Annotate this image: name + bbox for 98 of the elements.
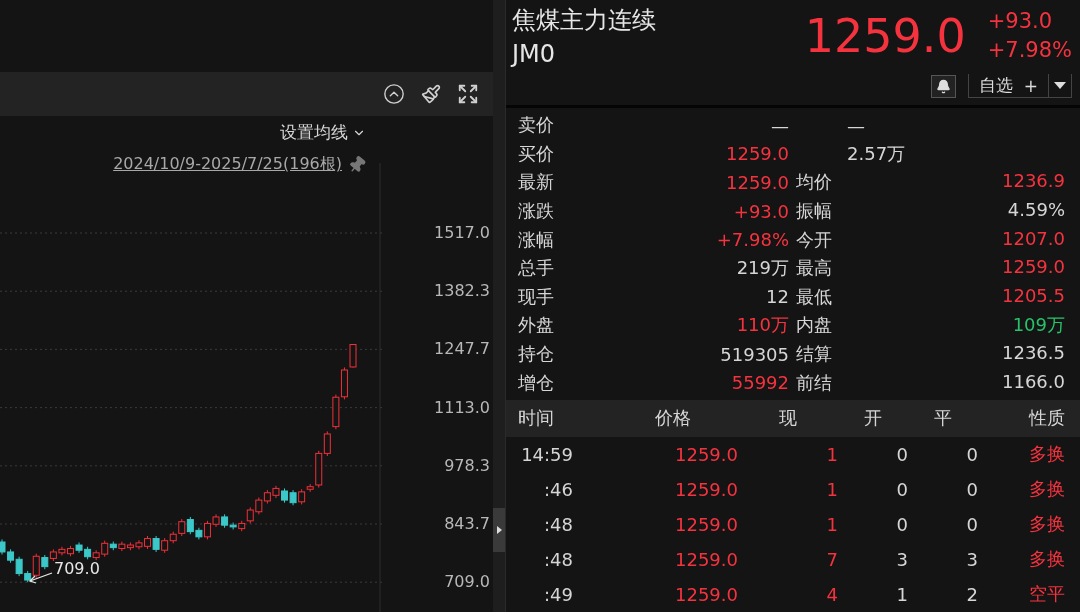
field-value: +7.98% [715, 229, 789, 251]
field-label: 均价 [796, 170, 832, 195]
collapse-icon[interactable] [383, 83, 405, 105]
alert-button[interactable] [931, 74, 956, 98]
axis-label: 1517.0 [434, 224, 490, 242]
field-value: 4.59% [1007, 199, 1065, 223]
field-value: 1259.0 [725, 172, 789, 193]
table-cell-text: 2 [965, 583, 978, 605]
field-label: 内盘 [796, 313, 832, 338]
field-value: 219万 [735, 256, 789, 281]
field-label: 涨幅 [518, 227, 555, 252]
field-value: 55992 [730, 372, 789, 394]
scroll-handle[interactable] [493, 508, 505, 552]
field-label: 总手 [518, 256, 555, 281]
axis-label: 1113.0 [434, 398, 490, 417]
table-cell-text: 多换 [1028, 442, 1065, 467]
axis-label: 978.3 [444, 456, 490, 475]
field-value: 1259.0 [725, 143, 789, 165]
column-header: 开 [863, 406, 883, 431]
table-cell-text: :48 [543, 513, 573, 535]
table-cell-text: 0 [965, 478, 978, 500]
field-value: 1205.5 [1002, 284, 1065, 308]
table-cell-text: 0 [965, 443, 978, 465]
column-header: 价格 [654, 406, 692, 431]
table-cell-text: 4 [825, 583, 838, 605]
field-label: 外盘 [518, 313, 555, 338]
column-header: 现 [778, 406, 798, 431]
table-cell-text: 1 [825, 478, 838, 500]
table-cell-text: :49 [543, 583, 573, 605]
contract-name: 焦煤主力连续 [512, 5, 656, 36]
field-label: 持仓 [518, 342, 555, 367]
price-change: +93.0 [987, 8, 1054, 35]
field-label: 最高 [796, 256, 832, 281]
axis-label: 843.7 [444, 515, 490, 533]
field-value: 1236.9 [1002, 170, 1065, 194]
table-cell-text: 1259.0 [674, 443, 738, 465]
table-cell-text: 1259.0 [674, 478, 738, 500]
field-label: 最低 [796, 284, 832, 309]
table-cell-text: 0 [895, 443, 908, 465]
table-cell-text: 多换 [1028, 512, 1065, 537]
table-cell-text: 多换 [1028, 547, 1065, 572]
column-header: 平 [933, 406, 953, 431]
table-cell-text: 0 [965, 513, 978, 535]
axis-label: 709.0 [444, 573, 490, 592]
column-header: 性质 [1027, 406, 1065, 431]
field-label: 今开 [796, 227, 832, 252]
field-label: 结算 [796, 342, 832, 367]
table-cell-text: 1259.0 [674, 548, 738, 570]
field-value: — [770, 114, 789, 136]
field-label: 卖价 [518, 113, 555, 138]
field-value: 12 [765, 286, 789, 308]
fullscreen-icon[interactable] [457, 83, 479, 105]
axis-label: 1247.7 [434, 340, 490, 359]
field-label: 前结 [796, 370, 832, 395]
arrow-icon [28, 572, 53, 584]
table-cell-text: 空平 [1028, 582, 1065, 607]
field-value: 1259.0 [1002, 256, 1065, 280]
table-cell-text: 1259.0 [674, 583, 738, 605]
field-value: 110万 [735, 313, 789, 338]
field-value: 1166.0 [1002, 370, 1065, 394]
table-cell-text: 7 [825, 548, 838, 570]
brush-icon[interactable] [421, 84, 441, 104]
last-price: 1259.0 [804, 8, 966, 65]
triangle-icon [496, 526, 502, 534]
bell-icon [936, 78, 951, 94]
change-percent: +7.98% [987, 37, 1072, 64]
field-label: 振幅 [796, 199, 832, 224]
table-cell-text: 1 [895, 583, 908, 605]
date-range-link[interactable]: 2024/10/9-2025/7/25(196根) [113, 154, 342, 175]
field-value: 109万 [1012, 313, 1065, 338]
column-header: 时间 [518, 406, 555, 431]
field-label: 涨跌 [518, 199, 555, 224]
table-cell-text: 14:59 [520, 443, 573, 465]
field-value: 1236.5 [1002, 342, 1065, 366]
field-value: 2.57万 [846, 141, 907, 166]
table-cell-text: 0 [895, 478, 908, 500]
contract-code: JM0 [512, 39, 557, 70]
low-price-label: 709.0 [54, 560, 100, 578]
scrollbar[interactable] [493, 0, 505, 612]
field-value: +93.0 [732, 200, 789, 222]
ma-settings-dropdown[interactable]: 设置均线 [280, 121, 366, 144]
field-label: 现手 [518, 284, 555, 309]
table-cell-text: 3 [895, 548, 908, 570]
table-cell-text: 1259.0 [674, 513, 738, 535]
table-cell-text: :48 [543, 548, 573, 570]
table-cell-text: 1 [825, 513, 838, 535]
field-value: 1207.0 [1002, 227, 1065, 251]
field-value: — [846, 114, 866, 136]
axis-label: 1382.3 [434, 282, 490, 301]
table-cell-text: 1 [825, 443, 838, 465]
field-value: 519305 [719, 343, 789, 365]
field-label: 最新 [518, 170, 555, 195]
table-cell-text: 0 [895, 513, 908, 535]
field-label: 增仓 [518, 370, 555, 395]
table-cell-text: :46 [543, 478, 573, 500]
field-label: 买价 [518, 141, 555, 166]
table-cell-text: 3 [965, 548, 978, 570]
table-cell-text: 多换 [1028, 477, 1065, 502]
